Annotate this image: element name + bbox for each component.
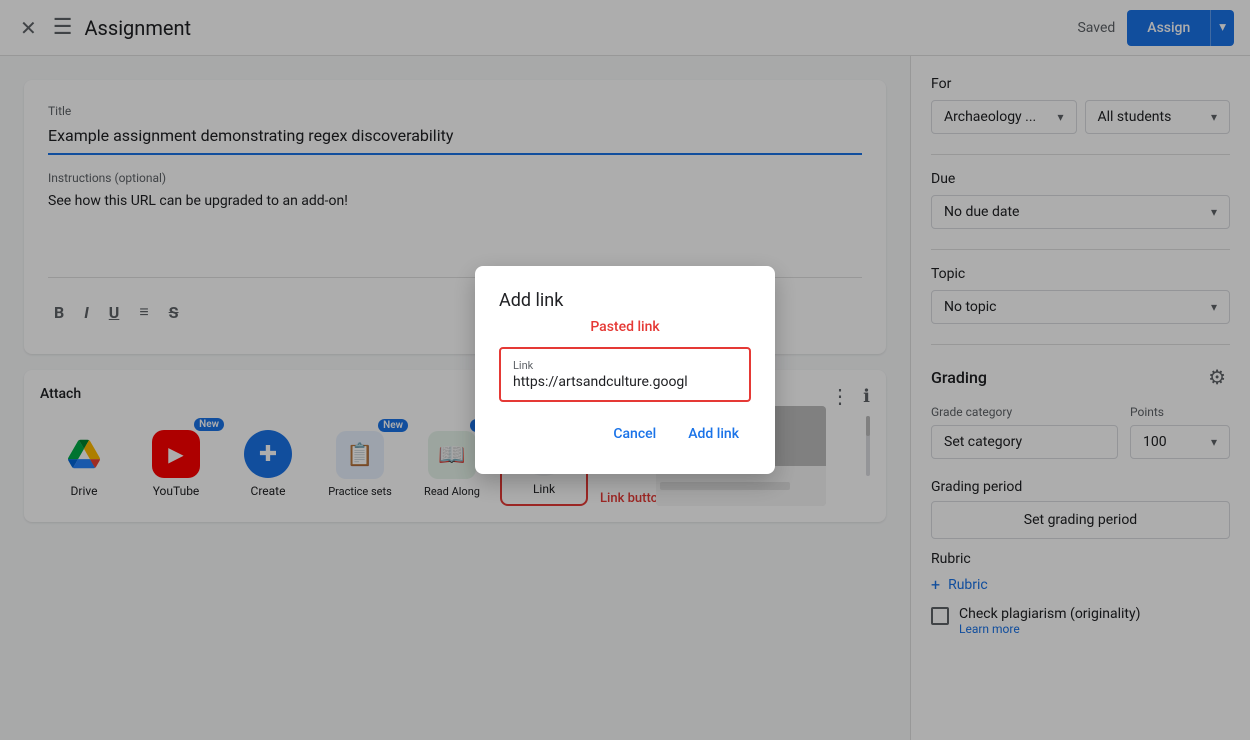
link-field-label: Link (513, 359, 737, 372)
add-link-modal: Add link Pasted link Link https://artsan… (475, 266, 775, 474)
modal-overlay: Add link Pasted link Link https://artsan… (0, 0, 1250, 740)
cancel-button[interactable]: Cancel (601, 418, 668, 450)
link-input-value[interactable]: https://artsandculture.googl (513, 374, 737, 390)
link-input-wrapper: Link https://artsandculture.googl (499, 347, 751, 402)
modal-title: Add link (499, 290, 751, 311)
add-link-button[interactable]: Add link (676, 418, 751, 450)
pasted-link-label: Pasted link (499, 319, 751, 335)
modal-actions: Cancel Add link (499, 418, 751, 450)
